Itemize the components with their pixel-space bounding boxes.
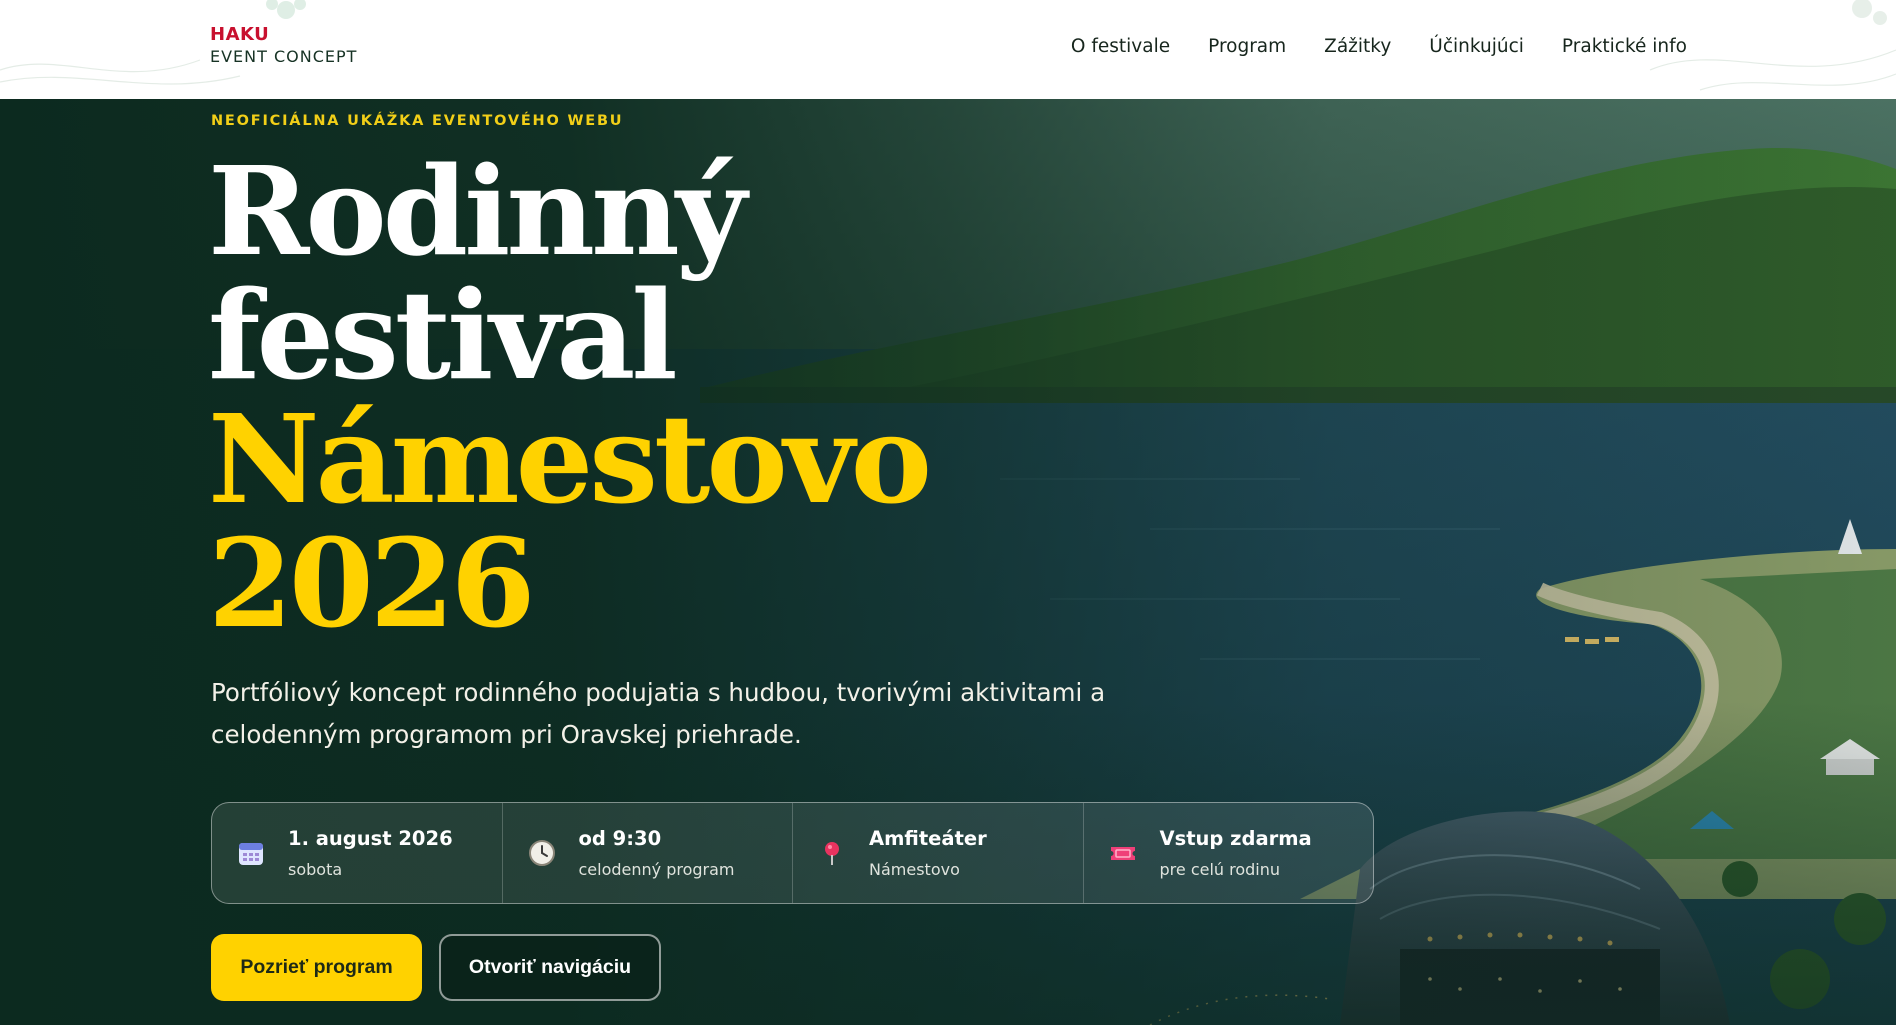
hero-title-line-3: Námestovo xyxy=(208,387,932,531)
info-item-time: od 9:30 celodenný program xyxy=(501,803,793,903)
info-time-sub: celodenný program xyxy=(578,860,735,879)
nav-link-o-festivale[interactable]: O festivale xyxy=(1071,36,1170,57)
nav-link-program[interactable]: Program xyxy=(1208,36,1286,57)
info-time-value: od 9:30 xyxy=(578,827,662,850)
info-item-location: Amfiteáter Námestovo xyxy=(792,803,1083,903)
nav-link-zazitky[interactable]: Zážitky xyxy=(1324,36,1391,57)
location-pin-icon xyxy=(825,842,839,865)
view-program-button[interactable]: Pozrieť program xyxy=(211,934,422,1001)
nav-link-prakticke-info[interactable]: Praktické info xyxy=(1562,36,1687,57)
brand-name: HAKU xyxy=(210,24,270,45)
site-header: HAKU EVENT CONCEPT O festivale Program Z… xyxy=(0,0,1896,99)
info-item-date: 1. august 2026 sobota xyxy=(212,803,502,903)
info-location-value: Amfiteáter xyxy=(869,827,987,850)
event-info-bar: 1. august 2026 sobota od 9:30 celodenný … xyxy=(211,802,1374,904)
ticket-icon xyxy=(1110,847,1135,860)
open-navigation-button[interactable]: Otvoriť navigáciu xyxy=(439,934,661,1001)
brand-tagline: EVENT CONCEPT xyxy=(210,47,358,66)
hero-title-line-2: festival xyxy=(208,263,678,407)
nav-link-ucinkujuci[interactable]: Účinkujúci xyxy=(1429,36,1524,57)
hero-title-line-1: Rodinný xyxy=(208,139,747,283)
clock-icon xyxy=(528,840,555,866)
hero-description: Portfóliový koncept rodinného podujatia … xyxy=(211,678,1106,749)
hero-title-line-4: 2026 xyxy=(208,511,536,655)
info-entry-value: Vstup zdarma xyxy=(1159,827,1312,850)
brand-logo[interactable]: HAKU EVENT CONCEPT xyxy=(210,26,357,65)
main-navigation: O festivale Program Zážitky Účinkujúci P… xyxy=(1071,36,1687,57)
hero-title: Rodinný festival Námestovo 2026 xyxy=(208,139,932,655)
info-item-entry: Vstup zdarma pre celú rodinu xyxy=(1082,803,1374,903)
info-date-value: 1. august 2026 xyxy=(288,827,453,850)
hero-eyebrow: NEOFICIÁLNA UKÁŽKA EVENTOVÉHO WEBU xyxy=(211,113,624,129)
calendar-icon xyxy=(239,843,263,865)
hero-section: NEOFICIÁLNA UKÁŽKA EVENTOVÉHO WEBU Rodin… xyxy=(0,99,1896,1025)
info-date-sub: sobota xyxy=(288,860,343,879)
info-location-sub: Námestovo xyxy=(869,860,960,879)
info-entry-sub: pre celú rodinu xyxy=(1159,860,1281,879)
